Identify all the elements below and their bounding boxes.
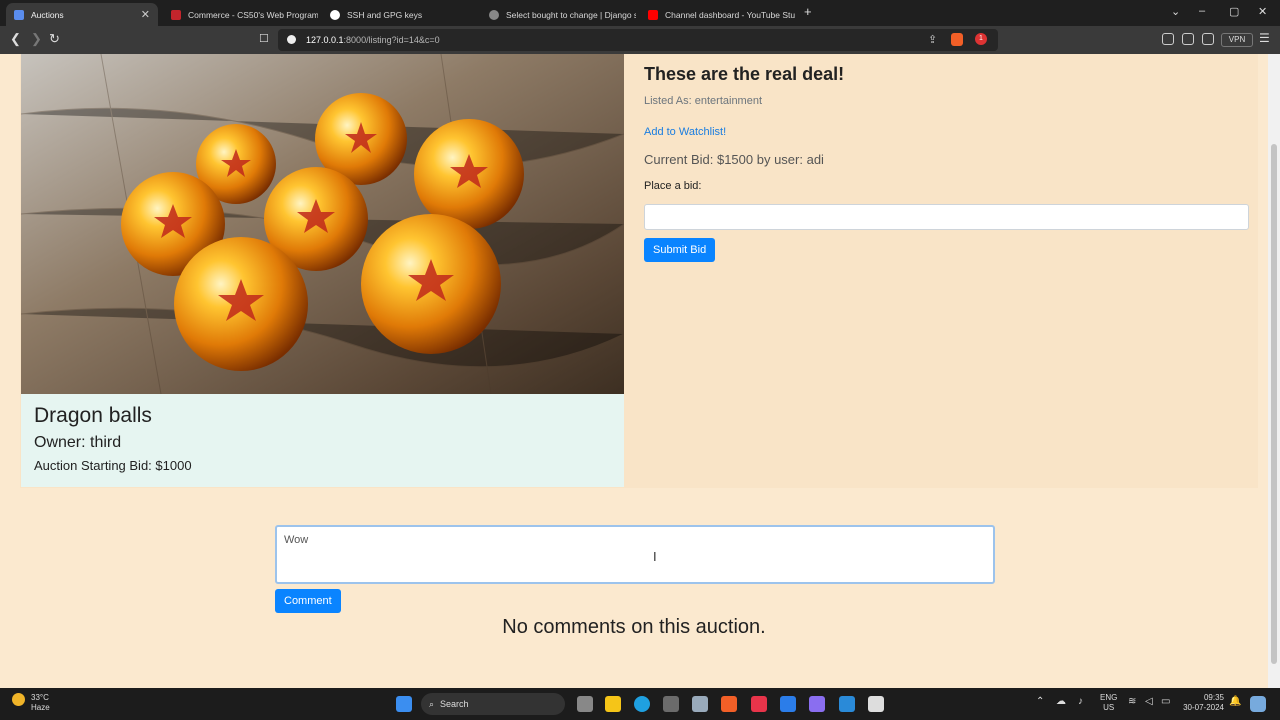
url-host: 127.0.0.1 <box>306 35 344 45</box>
vscode-icon[interactable] <box>839 696 855 712</box>
notification-bell-icon[interactable]: 🔔 <box>1229 696 1241 707</box>
listing-category: Listed As: entertainment <box>644 95 763 107</box>
bid-input[interactable] <box>644 204 1249 230</box>
reload-icon[interactable]: ↻ <box>49 31 60 47</box>
page-content: Dragon balls Owner: third Auction Starti… <box>0 54 1268 688</box>
listing-description: These are the real deal! <box>644 64 845 84</box>
tab-label: Auctions <box>31 9 64 20</box>
no-comments-message: No comments on this auction. <box>502 616 766 638</box>
minimize-button[interactable]: – <box>1199 5 1205 17</box>
close-icon[interactable]: ✕ <box>141 8 150 21</box>
game-icon[interactable] <box>809 696 825 712</box>
url-bar[interactable]: 127.0.0.1:8000/listing?id=14&c=0 ⇪ 1 <box>278 29 998 51</box>
brave-shields-icon[interactable] <box>951 33 963 46</box>
chevron-up-icon[interactable]: ⌃ <box>1036 696 1044 707</box>
tab-label: SSH and GPG keys <box>347 9 423 20</box>
store-icon[interactable] <box>663 696 679 712</box>
search-label: Search <box>440 699 469 709</box>
taskbar-search[interactable]: ⌕ Search <box>421 693 565 715</box>
snipping-tool-icon[interactable] <box>868 696 884 712</box>
dragon-balls-picture <box>21 54 624 394</box>
listing-owner: Owner: third <box>34 434 122 451</box>
tab-youtube-studio[interactable]: Channel dashboard - YouTube Studi <box>640 3 795 26</box>
window-close-button[interactable]: ✕ <box>1258 5 1267 18</box>
microphone-icon[interactable]: ♪ <box>1078 696 1083 707</box>
add-to-watchlist-link[interactable]: Add to Watchlist! <box>644 126 726 138</box>
tab-commerce[interactable]: Commerce - CS50's Web Programm <box>163 3 318 26</box>
wifi-icon[interactable]: ≋ <box>1128 696 1136 707</box>
extensions-icon[interactable] <box>1162 33 1174 45</box>
current-bid: Current Bid: $1500 by user: adi <box>644 152 824 167</box>
windows-start-icon[interactable] <box>396 696 412 712</box>
tab-ssh-keys[interactable]: SSH and GPG keys <box>322 3 477 26</box>
youtube-icon <box>648 9 658 20</box>
edge-icon[interactable] <box>634 696 650 712</box>
lang-top: ENG <box>1100 693 1118 702</box>
search-icon: ⌕ <box>429 698 435 709</box>
scrollbar-thumb[interactable] <box>1271 144 1277 664</box>
battery-icon[interactable]: ▭ <box>1161 696 1170 707</box>
sidebar-icon[interactable] <box>1182 33 1194 45</box>
listing-details: These are the real deal! Listed As: ente… <box>644 64 1249 262</box>
clock-date: 30-07-2024 <box>1183 703 1224 712</box>
task-view-icon[interactable] <box>577 696 593 712</box>
system-clock[interactable]: 09:35 30-07-2024 <box>1180 693 1224 713</box>
clock-time: 09:35 <box>1203 693 1224 702</box>
url-path: :8000/listing?id=14&c=0 <box>343 35 440 45</box>
text-cursor-icon: I <box>653 549 657 564</box>
listing-image <box>21 54 624 394</box>
tab-django-admin[interactable]: Select bought to change | Django s <box>481 3 636 26</box>
comment-button[interactable]: Comment <box>275 589 341 613</box>
github-icon <box>330 9 340 20</box>
weather-condition: Haze <box>31 703 50 712</box>
file-explorer-icon[interactable] <box>605 696 621 712</box>
brave-rewards-icon[interactable]: 1 <box>975 33 987 45</box>
copilot-icon[interactable] <box>1250 696 1266 712</box>
wallet-icon[interactable] <box>1202 33 1214 45</box>
temperature: 33°C <box>31 693 49 702</box>
maximize-button[interactable]: ▢ <box>1229 5 1239 18</box>
tab-label: Channel dashboard - YouTube Studi <box>665 9 795 20</box>
language-indicator[interactable]: ENG US <box>1100 693 1117 713</box>
share-icon[interactable]: ⇪ <box>928 33 937 46</box>
volume-icon[interactable]: ◁ <box>1145 696 1153 707</box>
place-bid-label: Place a bid: <box>644 180 702 192</box>
weather-icon <box>12 693 25 706</box>
address-toolbar: ❮ ❯ ↻ ☐ 127.0.0.1:8000/listing?id=14&c=0… <box>0 26 1280 54</box>
listing-info-box: Dragon balls Owner: third Auction Starti… <box>21 394 624 487</box>
harvard-shield-icon <box>171 9 181 20</box>
globe-icon <box>489 9 499 20</box>
tab-auctions[interactable]: Auctions ✕ <box>6 3 158 26</box>
listing-title: Dragon balls <box>34 404 152 427</box>
bookmark-icon[interactable]: ☐ <box>259 32 269 45</box>
menu-icon[interactable]: ☰ <box>1259 31 1270 45</box>
app-icon[interactable] <box>751 696 767 712</box>
brave-icon[interactable] <box>721 696 737 712</box>
site-info-icon[interactable] <box>287 35 296 44</box>
globe-icon <box>14 9 24 20</box>
camera-icon[interactable] <box>692 696 708 712</box>
onedrive-icon[interactable]: ☁ <box>1056 696 1066 707</box>
tab-label: Commerce - CS50's Web Programm <box>188 9 318 20</box>
back-icon[interactable]: ❮ <box>10 31 21 47</box>
lang-bottom: US <box>1103 703 1115 712</box>
weather-widget[interactable]: 33°C Haze <box>12 693 50 713</box>
starting-bid: Auction Starting Bid: $1000 <box>34 458 192 473</box>
browser-tab-bar: Auctions ✕ Commerce - CS50's Web Program… <box>0 0 1280 26</box>
media-player-icon[interactable] <box>780 696 796 712</box>
vpn-button[interactable]: VPN <box>1221 33 1253 47</box>
new-tab-button[interactable]: + <box>804 4 812 19</box>
windows-taskbar: 33°C Haze ⌕ Search ⌃ ☁ ♪ ENG US ≋ ◁ ▭ 09:35… <box>0 688 1280 720</box>
tab-label: Select bought to change | Django s <box>506 9 636 20</box>
page-scrollbar[interactable] <box>1268 54 1280 688</box>
tab-search-icon[interactable]: ⌄ <box>1171 5 1180 18</box>
comment-textarea[interactable]: Wow <box>275 525 995 584</box>
forward-icon[interactable]: ❯ <box>31 31 42 47</box>
submit-bid-button[interactable]: Submit Bid <box>644 238 716 262</box>
